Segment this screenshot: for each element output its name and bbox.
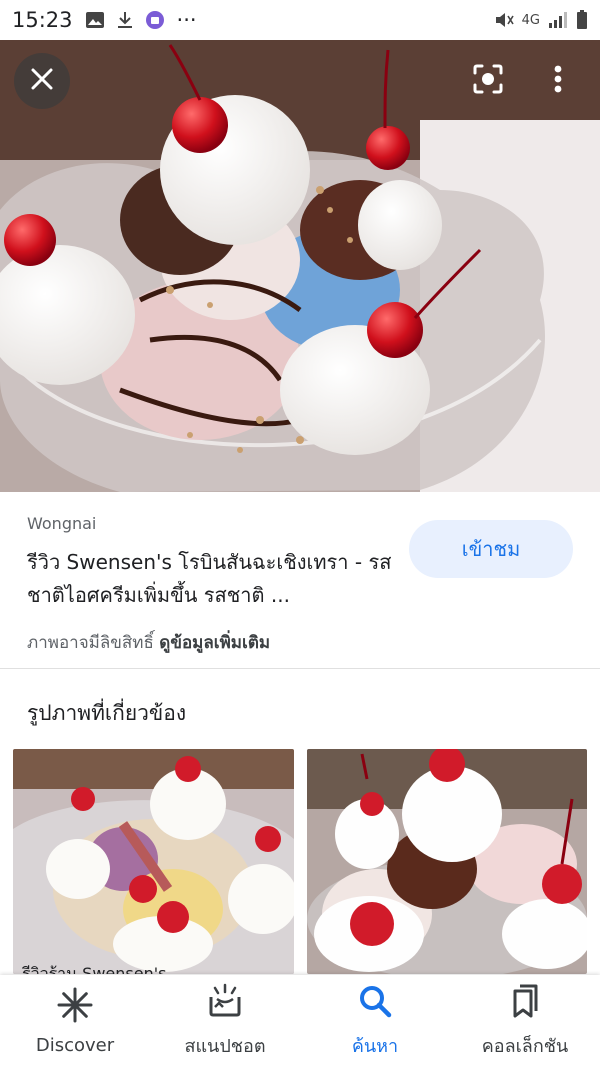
result-info: Wongnai รีวิว Swensen's โรบินสันฉะเชิงเท…: [0, 492, 600, 668]
download-icon: [117, 11, 133, 29]
snapshot-icon: [207, 983, 243, 1023]
collections-icon: [507, 983, 543, 1023]
divider: [0, 668, 600, 669]
related-images-heading: รูปภาพที่เกี่ยวข้อง: [27, 701, 187, 725]
main-image[interactable]: [0, 40, 600, 492]
nav-label: สแนปชอต: [184, 1035, 266, 1057]
network-type: 4G: [521, 12, 540, 28]
clock: 15:23: [12, 8, 73, 32]
copyright-text: ภาพอาจมีลิขสิทธิ์: [27, 633, 154, 653]
more-vert-icon: [554, 65, 562, 97]
visit-button[interactable]: เข้าชม: [409, 520, 573, 578]
result-title[interactable]: รีวิว Swensen's โรบินสันฉะเชิงเทรา - รสช…: [27, 546, 397, 612]
related-photo-1: [13, 749, 294, 974]
battery-icon: [576, 10, 588, 30]
bottom-nav: Discover สแนปชอต ค้นหา คอลเล็กชัน: [0, 975, 600, 1067]
nav-label: คอลเล็กชัน: [481, 1035, 569, 1057]
nav-discover[interactable]: Discover: [0, 975, 150, 1067]
close-icon: [29, 66, 55, 96]
search-icon: [357, 983, 393, 1023]
related-photo-2: [307, 749, 587, 974]
sundae-photo: [0, 40, 600, 492]
nav-label: ค้นหา: [351, 1035, 399, 1057]
more-notifications-indicator: ···: [176, 8, 197, 32]
gallery-icon: [85, 11, 105, 29]
status-bar: 15:23 ··· 4G: [0, 0, 600, 40]
nav-label: Discover: [35, 1034, 115, 1056]
nav-search[interactable]: ค้นหา: [300, 975, 450, 1067]
learn-more-link[interactable]: ดูข้อมูลเพิ่มเติม: [159, 633, 270, 653]
related-image-1[interactable]: [13, 749, 294, 974]
nav-collections[interactable]: คอลเล็กชัน: [450, 975, 600, 1067]
copyright-notice: ภาพอาจมีลิขสิทธิ์ ดูข้อมูลเพิ่มเติม: [27, 629, 270, 656]
related-image-1-caption: รีวิวร้าน Swensen's: [22, 964, 167, 974]
related-image-2[interactable]: [307, 749, 587, 974]
more-options-button[interactable]: [530, 53, 586, 109]
mute-icon: [494, 11, 514, 29]
lens-button[interactable]: [460, 53, 516, 109]
signal-icon: [548, 11, 568, 29]
close-button[interactable]: [14, 53, 70, 109]
nav-snapshot[interactable]: สแนปชอต: [150, 975, 300, 1067]
source-name: Wongnai: [27, 514, 97, 533]
app-notification-icon: [145, 10, 165, 30]
asterisk-icon: [57, 987, 93, 1027]
lens-icon: [472, 63, 504, 99]
